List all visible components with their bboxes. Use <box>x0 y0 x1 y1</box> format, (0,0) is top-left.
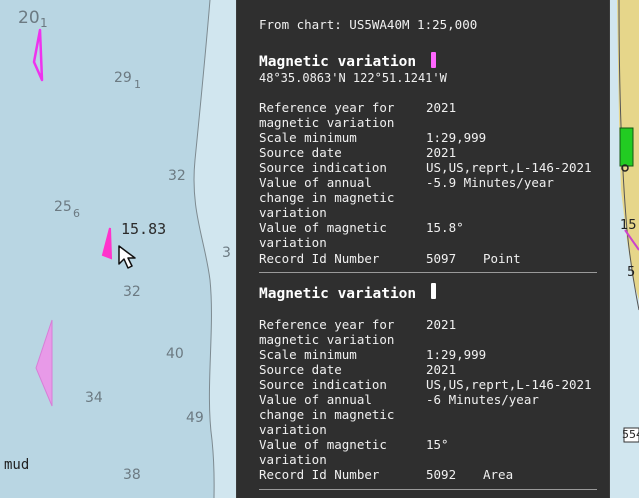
depth-sounding: 554 <box>622 428 639 441</box>
attribute-value: 1:29,999 <box>426 347 487 362</box>
section-title: Magnetic variation <box>259 286 417 302</box>
attribute-value: 2021 <box>426 317 457 332</box>
geometry-type: Area <box>483 467 514 482</box>
right-strip-graphics <box>609 0 639 498</box>
attribute-label: Reference year for magnetic variation <box>259 317 395 347</box>
attribute-label: Source indication <box>259 160 387 175</box>
attribute-label: Value of magnetic variation <box>259 220 387 250</box>
depth-sounding: 25 <box>54 199 72 215</box>
white-marker-icon <box>431 283 436 299</box>
depth-sounding: 1 <box>134 78 141 91</box>
seabed-label: mud <box>4 457 30 473</box>
source-chart-label: From chart: US5WA40M 1:25,000 <box>259 17 478 32</box>
mouse-pointer-icon <box>118 245 136 269</box>
attribute-value: -5.9 Minutes/year <box>426 175 554 190</box>
attribute-label: Value of annual change in magnetic varia… <box>259 175 395 220</box>
attribute-label: Scale minimum <box>259 347 357 362</box>
position-coordinates: 48°35.0863'N 122°51.1241'W <box>259 71 447 85</box>
chart-right-strip: 15 5 554 <box>609 0 639 498</box>
attribute-value: 2021 <box>426 100 457 115</box>
depth-sounding: 15 <box>620 218 637 233</box>
section-divider <box>259 272 597 273</box>
attribute-value: -6 Minutes/year <box>426 392 539 407</box>
attribute-label: Record Id Number <box>259 467 380 482</box>
attribute-value: US,US,reprt,L-146-2021 <box>426 377 592 392</box>
depth-sounding: 32 <box>168 168 186 184</box>
section-title: Magnetic variation <box>259 54 417 70</box>
attribute-label: Record Id Number <box>259 251 380 266</box>
attribute-value: 5097 <box>426 251 457 266</box>
depth-sounding: 6 <box>73 207 80 220</box>
attribute-value: 15.8° <box>426 220 464 235</box>
attribute-label: Source date <box>259 362 342 377</box>
depth-sounding: 5 <box>627 265 636 280</box>
depth-sounding: 34 <box>85 390 103 406</box>
depth-sounding: 32 <box>123 284 141 300</box>
depth-sounding: 40 <box>166 346 184 362</box>
object-query-panel[interactable]: From chart: US5WA40M 1:25,000 Magnetic v… <box>236 0 610 498</box>
cursor-value-readout: 15.83 <box>121 220 167 238</box>
attribute-value: 2021 <box>426 145 457 160</box>
depth-sounding: 3 <box>222 245 231 261</box>
depth-sounding: 49 <box>186 410 204 426</box>
geometry-type: Point <box>483 251 521 266</box>
attribute-label: Source indication <box>259 377 387 392</box>
attribute-value: 2021 <box>426 362 457 377</box>
attribute-value: 5092 <box>426 467 457 482</box>
depth-sounding: 1 <box>40 16 48 30</box>
attribute-value: US,US,reprt,L-146-2021 <box>426 160 592 175</box>
magenta-marker-icon <box>431 52 436 68</box>
depth-sounding: 20 <box>18 8 40 28</box>
depth-sounding: 29 <box>114 70 132 86</box>
attribute-label: Scale minimum <box>259 130 357 145</box>
attribute-label: Source date <box>259 145 342 160</box>
section-divider <box>259 489 597 490</box>
attribute-value: 1:29,999 <box>426 130 487 145</box>
attribute-label: Value of magnetic variation <box>259 437 387 467</box>
depth-sounding: 38 <box>123 467 141 483</box>
attribute-value: 15° <box>426 437 449 452</box>
attribute-label: Reference year for magnetic variation <box>259 100 395 130</box>
attribute-label: Value of annual change in magnetic varia… <box>259 392 395 437</box>
